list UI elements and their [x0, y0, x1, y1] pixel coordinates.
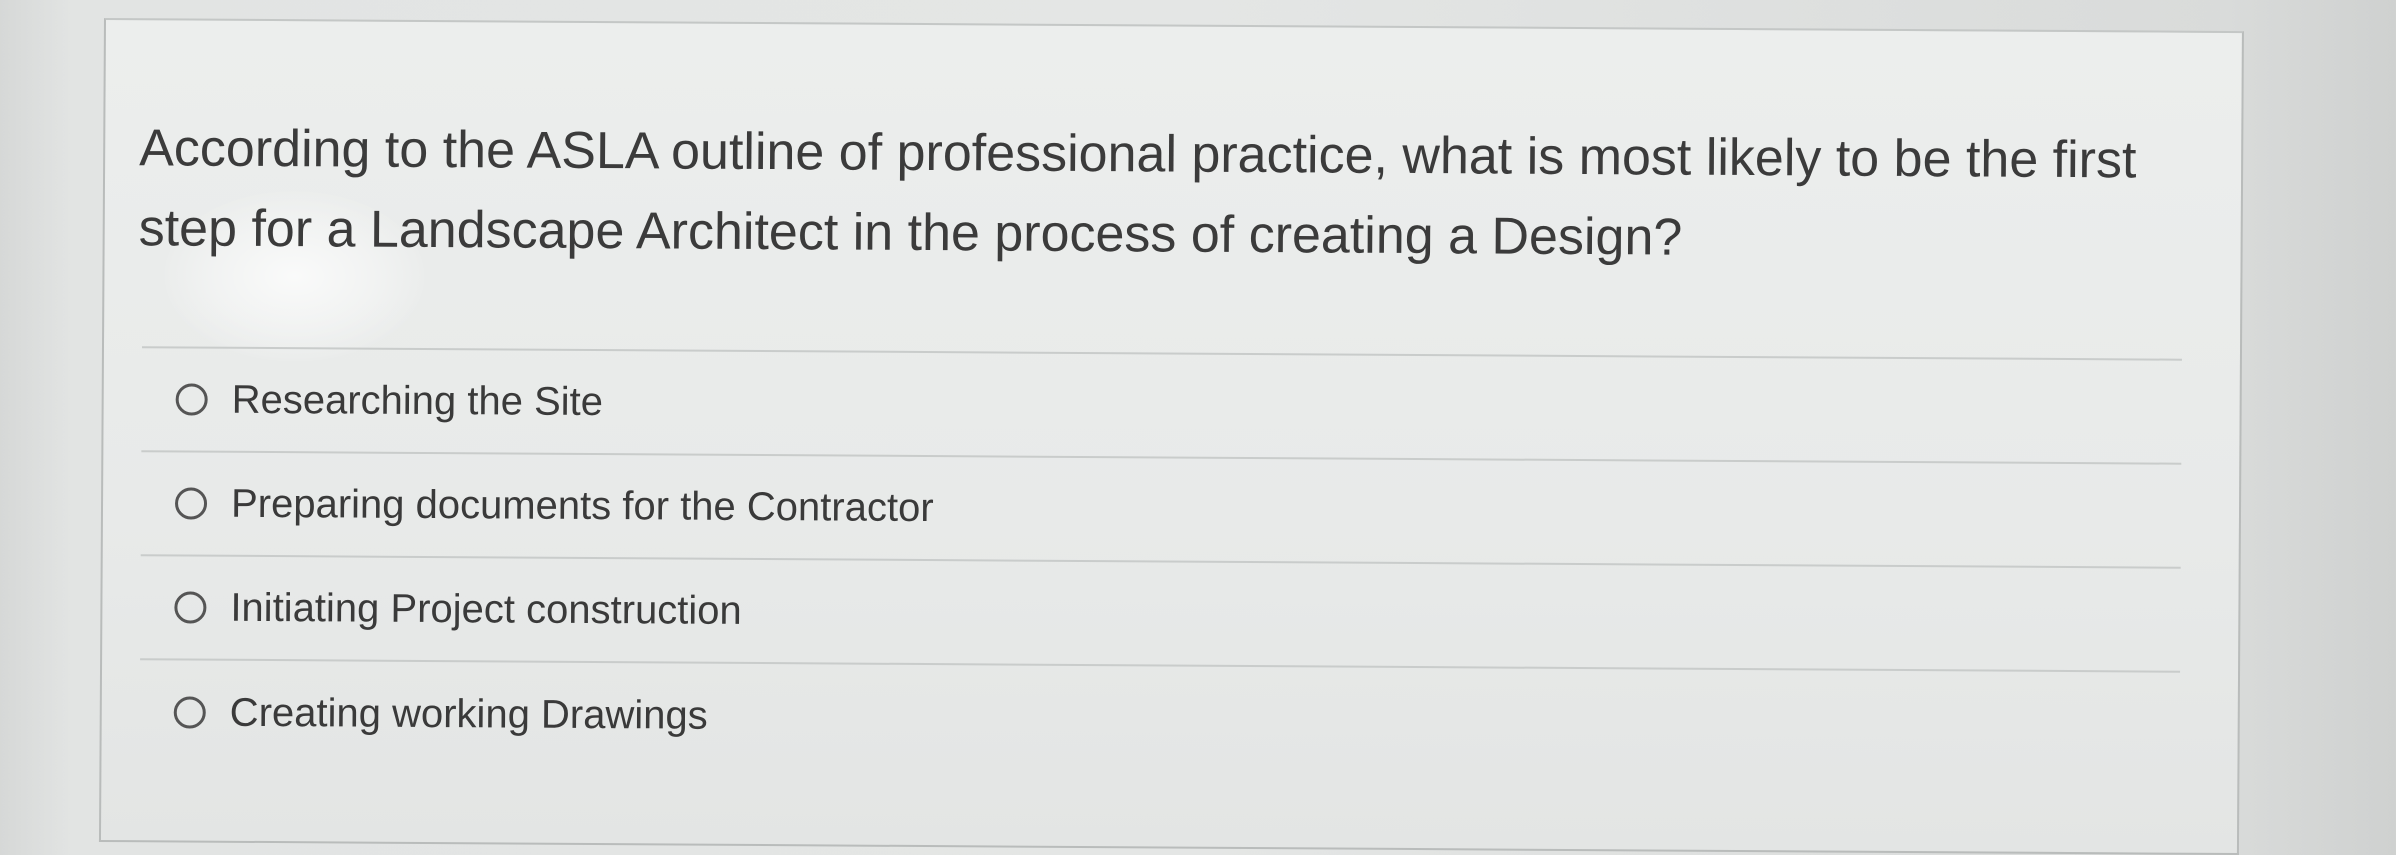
option-label: Initiating Project construction	[230, 585, 742, 633]
radio-button-icon[interactable]	[173, 696, 206, 729]
radio-button-icon[interactable]	[174, 487, 208, 520]
option-initiating-project-construction[interactable]: Initiating Project construction	[140, 556, 2181, 673]
option-researching-the-site[interactable]: Researching the Site	[141, 348, 2182, 465]
option-label: Creating working Drawings	[229, 690, 708, 738]
question-text: According to the ASLA outline of profess…	[138, 119, 2137, 267]
option-label: Researching the Site	[231, 377, 604, 425]
answer-options: Researching the Site Preparing documents…	[139, 346, 2182, 776]
question-card: According to the ASLA outline of profess…	[98, 18, 2244, 855]
radio-button-icon[interactable]	[174, 591, 207, 624]
option-preparing-documents[interactable]: Preparing documents for the Contractor	[140, 452, 2182, 569]
option-creating-working-drawings[interactable]: Creating working Drawings	[139, 660, 2180, 776]
option-label: Preparing documents for the Contractor	[230, 481, 934, 531]
radio-button-icon[interactable]	[175, 383, 208, 416]
